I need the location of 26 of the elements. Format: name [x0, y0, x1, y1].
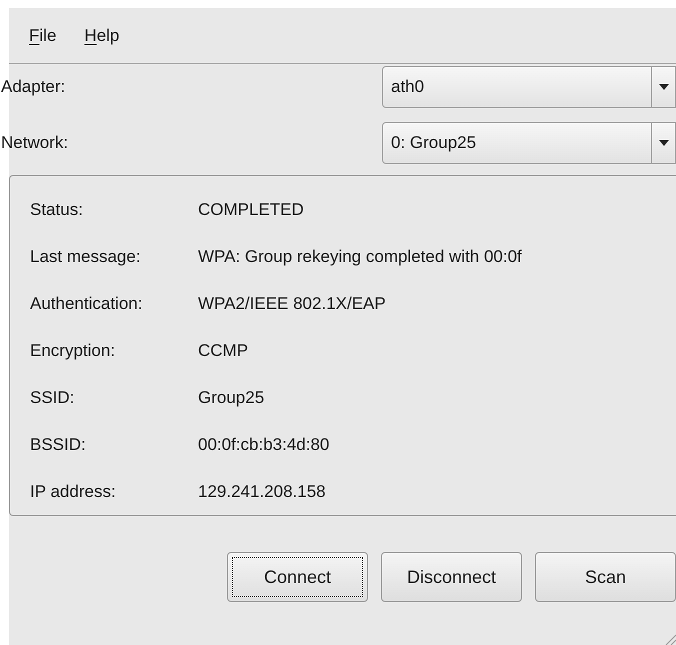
- status-label: Authentication:: [30, 292, 144, 315]
- status-value: WPA: Group rekeying completed with 00:0f: [198, 246, 522, 268]
- field-label: Network:: [1, 132, 70, 154]
- status-value: CCMP: [198, 340, 248, 362]
- status-label: IP address:: [30, 480, 117, 503]
- resize-grip-icon[interactable]: [664, 633, 676, 645]
- status-value: Group25: [198, 386, 264, 409]
- dropdown[interactable]: 0: Group25: [382, 122, 676, 164]
- caret-icon: [658, 140, 668, 146]
- status-value: COMPLETED: [198, 198, 304, 221]
- caret-icon: [658, 84, 668, 90]
- status-label: Encryption:: [30, 340, 116, 362]
- status-label: BSSID:: [30, 434, 87, 456]
- field-label: Adapter:: [1, 76, 66, 98]
- status-label: SSID:: [30, 386, 76, 409]
- status-value: WPA2/IEEE 802.1X/EAP: [198, 292, 386, 315]
- action-button[interactable]: Scan: [535, 552, 676, 602]
- status-label: Status:: [30, 198, 84, 221]
- action-button[interactable]: Disconnect: [381, 552, 522, 602]
- menu-item[interactable]: File: [29, 22, 56, 48]
- action-button[interactable]: Connect: [227, 552, 368, 602]
- menu-item[interactable]: Help: [84, 22, 120, 48]
- status-label: Last message:: [30, 246, 142, 268]
- status-value: 00:0f:cb:b3:4d:80: [198, 434, 330, 456]
- dropdown[interactable]: ath0: [382, 66, 676, 108]
- status-value: 129.241.208.158: [198, 480, 326, 503]
